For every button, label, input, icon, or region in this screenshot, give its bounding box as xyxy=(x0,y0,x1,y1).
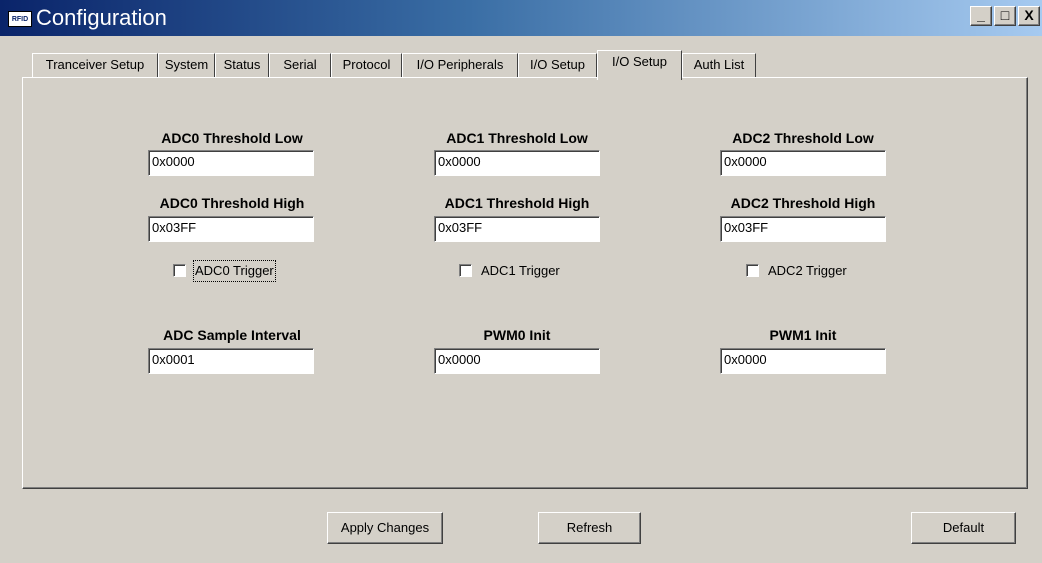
adc0-threshold-high-input[interactable]: 0x03FF xyxy=(148,216,314,242)
adc0-threshold-low-label: ADC0 Threshold Low xyxy=(161,130,303,146)
window-title: Configuration xyxy=(36,5,167,30)
adc0-threshold-high-label: ADC0 Threshold High xyxy=(159,195,305,211)
pwm0-init-input[interactable]: 0x0000 xyxy=(434,348,600,374)
tab-io-setup-2[interactable]: I/O Setup xyxy=(597,50,682,80)
adc2-threshold-low-label: ADC2 Threshold Low xyxy=(732,130,874,146)
adc2-threshold-high-input[interactable]: 0x03FF xyxy=(720,216,886,242)
adc0-trigger-label: ADC0 Trigger xyxy=(193,260,276,282)
adc-sample-interval-input[interactable]: 0x0001 xyxy=(148,348,314,374)
adc1-threshold-low-label: ADC1 Threshold Low xyxy=(446,130,588,146)
checkbox-box[interactable] xyxy=(173,264,186,277)
checkbox-box[interactable] xyxy=(459,264,472,277)
app-icon: RFID xyxy=(8,11,32,27)
adc0-threshold-low-input[interactable]: 0x0000 xyxy=(148,150,314,176)
tab-auth-list[interactable]: Auth List xyxy=(682,53,756,77)
tab-status[interactable]: Status xyxy=(215,53,269,77)
pwm0-init-label: PWM0 Init xyxy=(483,327,551,343)
pwm1-init-input[interactable]: 0x0000 xyxy=(720,348,886,374)
adc2-threshold-low-input[interactable]: 0x0000 xyxy=(720,150,886,176)
adc2-trigger-label: ADC2 Trigger xyxy=(768,263,847,278)
maximize-button[interactable]: □ xyxy=(994,6,1016,26)
adc2-threshold-high-label: ADC2 Threshold High xyxy=(730,195,876,211)
tab-tranceiver-setup[interactable]: Tranceiver Setup xyxy=(32,53,158,77)
checkbox-box[interactable] xyxy=(746,264,759,277)
adc-sample-interval-label: ADC Sample Interval xyxy=(163,327,301,343)
tab-io-peripherals[interactable]: I/O Peripherals xyxy=(402,53,518,77)
pwm1-init-label: PWM1 Init xyxy=(769,327,837,343)
adc1-trigger-checkbox[interactable]: ADC1 Trigger xyxy=(459,262,579,280)
title-bar[interactable]: RFID Configuration _ □ X xyxy=(0,0,1042,36)
adc1-trigger-label: ADC1 Trigger xyxy=(481,263,560,278)
tab-system[interactable]: System xyxy=(158,53,215,77)
tab-serial[interactable]: Serial xyxy=(269,53,331,77)
adc1-threshold-high-label: ADC1 Threshold High xyxy=(444,195,590,211)
close-button[interactable]: X xyxy=(1018,6,1040,26)
adc2-trigger-checkbox[interactable]: ADC2 Trigger xyxy=(746,262,866,280)
adc1-threshold-high-input[interactable]: 0x03FF xyxy=(434,216,600,242)
apply-changes-button[interactable]: Apply Changes xyxy=(327,512,443,544)
minimize-button[interactable]: _ xyxy=(970,6,992,26)
tab-protocol[interactable]: Protocol xyxy=(331,53,402,77)
adc1-threshold-low-input[interactable]: 0x0000 xyxy=(434,150,600,176)
tab-io-setup-1[interactable]: I/O Setup xyxy=(518,53,597,77)
adc0-trigger-checkbox[interactable]: ADC0 Trigger xyxy=(173,260,293,282)
refresh-button[interactable]: Refresh xyxy=(538,512,641,544)
io-setup-panel: ADC0 Threshold Low 0x0000 ADC1 Threshold… xyxy=(22,77,1028,489)
default-button[interactable]: Default xyxy=(911,512,1016,544)
